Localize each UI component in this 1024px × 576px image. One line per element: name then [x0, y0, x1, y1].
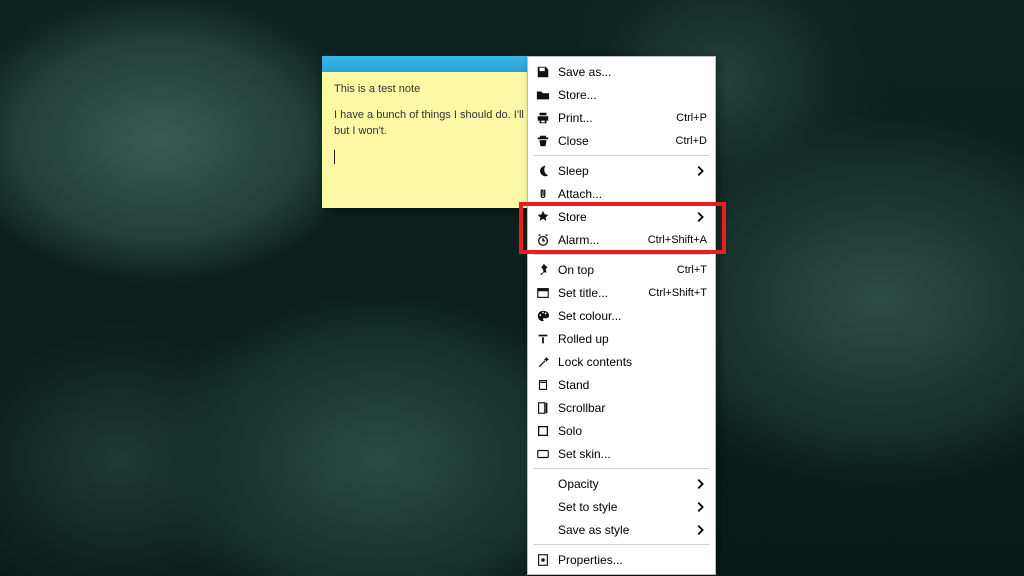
menu-item-shortcut: Ctrl+D [666, 135, 707, 147]
menu-item-label: Sleep [552, 164, 693, 178]
menu-item-sleep[interactable]: Sleep [528, 159, 715, 182]
menu-item-label: Lock contents [552, 355, 707, 369]
menu-item-set-to-style[interactable]: Set to style [528, 495, 715, 518]
menu-separator [534, 155, 709, 156]
menu-item-label: Set to style [552, 500, 693, 514]
menu-item-shortcut: Ctrl+Shift+T [638, 287, 707, 299]
menu-item-shortcut: Ctrl+P [666, 112, 707, 124]
menu-item-label: Stand [552, 378, 707, 392]
chevron-right-icon [693, 164, 707, 178]
menu-item-on-top[interactable]: On topCtrl+T [528, 258, 715, 281]
menu-item-solo[interactable]: Solo [528, 419, 715, 442]
sleep-icon [534, 164, 552, 178]
menu-item-store2[interactable]: Store [528, 205, 715, 228]
menu-item-lock[interactable]: Lock contents [528, 350, 715, 373]
props-icon [534, 553, 552, 567]
star-icon [534, 210, 552, 224]
folder-icon [534, 88, 552, 102]
pin-icon [534, 263, 552, 277]
alarm-icon [534, 233, 552, 247]
attach-icon [534, 187, 552, 201]
chevron-right-icon [693, 500, 707, 514]
chevron-right-icon [693, 210, 707, 224]
menu-item-label: Print... [552, 111, 666, 125]
print-icon [534, 111, 552, 125]
desktop-wallpaper: × This is a test note I have a bunch of … [0, 0, 1024, 576]
menu-item-label: Scrollbar [552, 401, 707, 415]
scroll-icon [534, 401, 552, 415]
menu-separator [534, 544, 709, 545]
menu-item-label: Set skin... [552, 447, 707, 461]
menu-item-label: Solo [552, 424, 707, 438]
stand-icon [534, 378, 552, 392]
menu-item-attach[interactable]: Attach... [528, 182, 715, 205]
menu-item-shortcut: Ctrl+Shift+A [638, 234, 707, 246]
text-caret [334, 150, 335, 164]
menu-item-opacity[interactable]: Opacity [528, 472, 715, 495]
menu-item-label: Set colour... [552, 309, 707, 323]
menu-separator [534, 254, 709, 255]
chevron-right-icon [693, 523, 707, 537]
menu-item-label: Store [552, 210, 693, 224]
menu-item-label: Set title... [552, 286, 638, 300]
titlebar-icon [534, 286, 552, 300]
context-menu: Save as...Store...Print...Ctrl+PCloseCtr… [527, 56, 716, 575]
menu-item-save-as[interactable]: Save as... [528, 60, 715, 83]
menu-item-store[interactable]: Store... [528, 83, 715, 106]
menu-item-set-colour[interactable]: Set colour... [528, 304, 715, 327]
menu-item-label: Alarm... [552, 233, 638, 247]
menu-item-shortcut: Ctrl+T [667, 264, 707, 276]
menu-item-stand[interactable]: Stand [528, 373, 715, 396]
menu-item-rolled-up[interactable]: Rolled up [528, 327, 715, 350]
menu-item-set-skin[interactable]: Set skin... [528, 442, 715, 465]
menu-item-label: Save as style [552, 523, 693, 537]
menu-item-label: Save as... [552, 65, 707, 79]
menu-item-label: Store... [552, 88, 707, 102]
menu-item-properties[interactable]: Properties... [528, 548, 715, 571]
menu-item-label: Attach... [552, 187, 707, 201]
menu-item-alarm[interactable]: Alarm...Ctrl+Shift+A [528, 228, 715, 251]
skin-icon [534, 447, 552, 461]
menu-item-label: Close [552, 134, 666, 148]
rollup-icon [534, 332, 552, 346]
save-icon [534, 65, 552, 79]
menu-item-save-as-style[interactable]: Save as style [528, 518, 715, 541]
chevron-right-icon [693, 477, 707, 491]
menu-separator [534, 468, 709, 469]
menu-item-close[interactable]: CloseCtrl+D [528, 129, 715, 152]
menu-item-label: Opacity [552, 477, 693, 491]
solo-icon [534, 424, 552, 438]
menu-item-scrollbar[interactable]: Scrollbar [528, 396, 715, 419]
menu-item-label: Properties... [552, 553, 707, 567]
trash-icon [534, 134, 552, 148]
menu-item-label: Rolled up [552, 332, 707, 346]
menu-item-print[interactable]: Print...Ctrl+P [528, 106, 715, 129]
menu-item-label: On top [552, 263, 667, 277]
menu-item-set-title[interactable]: Set title...Ctrl+Shift+T [528, 281, 715, 304]
wand-icon [534, 355, 552, 369]
palette-icon [534, 309, 552, 323]
